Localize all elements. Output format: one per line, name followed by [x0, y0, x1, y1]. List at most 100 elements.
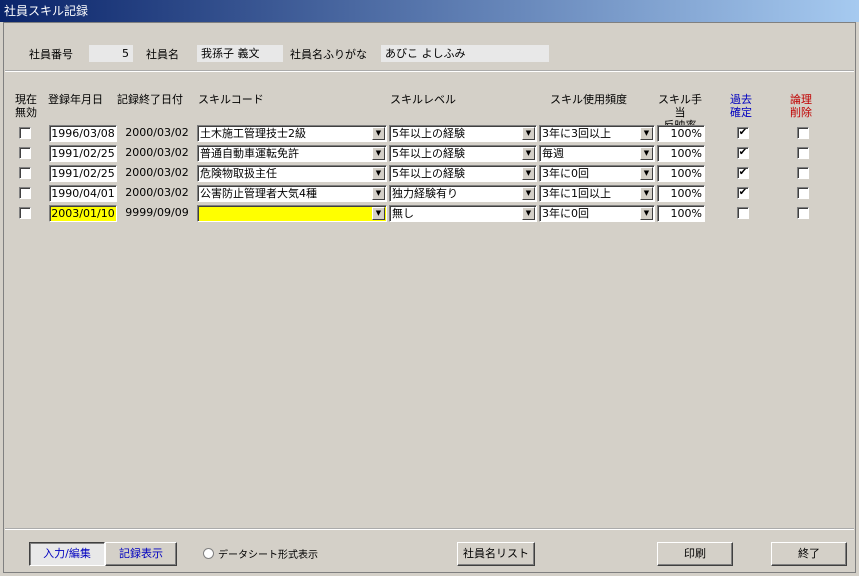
- chevron-down-icon[interactable]: ▼: [640, 147, 653, 160]
- col-logical-line2: 削除: [790, 106, 812, 119]
- chevron-down-icon[interactable]: ▼: [522, 167, 535, 180]
- logical-delete-checkbox[interactable]: [797, 167, 809, 179]
- skill-level-combo[interactable]: 独力経験有り ▼: [389, 185, 537, 202]
- chevron-down-icon[interactable]: ▼: [372, 167, 385, 180]
- logical-delete-checkbox[interactable]: [797, 187, 809, 199]
- invalid-checkbox[interactable]: [19, 187, 31, 199]
- chevron-down-icon[interactable]: ▼: [522, 187, 535, 200]
- end-date-cell: 2000/03/02: [125, 146, 189, 159]
- rate-cell[interactable]: 100%: [657, 125, 705, 142]
- skill-grid: 1996/03/08 2000/03/02 土木施工管理技士2級 ▼ 5年以上の経験 ▼ 3…: [5, 123, 854, 527]
- end-date-cell: 2000/03/02: [125, 186, 189, 199]
- reg-date-cell[interactable]: 1991/02/25: [49, 145, 117, 162]
- past-checkbox[interactable]: ✔: [737, 127, 749, 139]
- edit-tab[interactable]: 入力/編集: [29, 542, 105, 566]
- skill-level-value: 5年以上の経験: [392, 147, 465, 160]
- emp-name-field[interactable]: 我孫子 義文: [197, 45, 283, 62]
- emp-no-label: 社員番号: [29, 48, 73, 61]
- rate-cell[interactable]: 100%: [657, 145, 705, 162]
- col-end-date: 記録終了日付: [117, 93, 183, 106]
- table-row: 1996/03/08 2000/03/02 土木施工管理技士2級 ▼ 5年以上の経験 ▼ 3…: [5, 123, 854, 143]
- col-past-line1: 過去: [730, 93, 752, 106]
- chevron-down-icon[interactable]: ▼: [640, 167, 653, 180]
- chevron-down-icon[interactable]: ▼: [640, 187, 653, 200]
- frequency-combo[interactable]: 3年に3回以上 ▼: [539, 125, 655, 142]
- rate-cell[interactable]: 100%: [657, 185, 705, 202]
- skill-code-value: 公害防止管理者大気4種: [200, 187, 317, 200]
- frequency-combo[interactable]: 3年に0回 ▼: [539, 205, 655, 222]
- invalid-checkbox[interactable]: [19, 167, 31, 179]
- frequency-value: 3年に0回: [542, 167, 589, 180]
- chevron-down-icon[interactable]: ▼: [522, 207, 535, 220]
- datasheet-radio[interactable]: [203, 548, 214, 559]
- skill-code-combo[interactable]: 公害防止管理者大気4種 ▼: [197, 185, 387, 202]
- skill-code-value: 普通自動車運転免許: [200, 147, 299, 160]
- frequency-value: 毎週: [542, 147, 564, 160]
- emp-name-label: 社員名: [146, 48, 179, 61]
- emp-no-field[interactable]: 5: [89, 45, 133, 62]
- footer-bar: 入力/編集 記録表示 データシート形式表示 社員名リスト 印刷 終了: [5, 528, 854, 572]
- frequency-value: 3年に0回: [542, 207, 589, 220]
- skill-level-combo[interactable]: 5年以上の経験 ▼: [389, 165, 537, 182]
- col-allowance-line1: スキル手当: [658, 93, 702, 119]
- chevron-down-icon[interactable]: ▼: [522, 127, 535, 140]
- reg-date-cell[interactable]: 1996/03/08: [49, 125, 117, 142]
- invalid-checkbox[interactable]: [19, 127, 31, 139]
- emp-kana-field[interactable]: あびこ よしふみ: [381, 45, 549, 62]
- emp-kana-label: 社員名ふりがな: [290, 48, 367, 61]
- chevron-down-icon[interactable]: ▼: [640, 127, 653, 140]
- logical-delete-checkbox[interactable]: [797, 207, 809, 219]
- print-button[interactable]: 印刷: [657, 542, 733, 566]
- chevron-down-icon[interactable]: ▼: [372, 147, 385, 160]
- edit-tab-label: 入力/編集: [43, 547, 91, 560]
- skill-level-combo[interactable]: 5年以上の経験 ▼: [389, 125, 537, 142]
- frequency-combo[interactable]: 3年に0回 ▼: [539, 165, 655, 182]
- reg-date-cell[interactable]: 2003/01/10: [49, 205, 117, 222]
- skill-code-value: 危険物取扱主任: [200, 167, 277, 180]
- col-past-line2: 確定: [730, 106, 752, 119]
- col-invalid-line1: 現在: [15, 93, 37, 106]
- past-checkbox[interactable]: ✔: [737, 167, 749, 179]
- skill-level-combo[interactable]: 5年以上の経験 ▼: [389, 145, 537, 162]
- reg-date-cell[interactable]: 1990/04/01: [49, 185, 117, 202]
- frequency-value: 3年に3回以上: [542, 127, 611, 140]
- skill-code-combo[interactable]: 普通自動車運転免許 ▼: [197, 145, 387, 162]
- invalid-checkbox[interactable]: [19, 207, 31, 219]
- col-frequency: スキル使用頻度: [550, 93, 627, 106]
- col-invalid-line2: 無効: [15, 106, 37, 119]
- skill-code-combo[interactable]: 土木施工管理技士2級 ▼: [197, 125, 387, 142]
- chevron-down-icon[interactable]: ▼: [640, 207, 653, 220]
- skill-code-combo[interactable]: 危険物取扱主任 ▼: [197, 165, 387, 182]
- past-checkbox[interactable]: [737, 207, 749, 219]
- table-row: 1991/02/25 2000/03/02 普通自動車運転免許 ▼ 5年以上の経験 ▼ 毎週…: [5, 143, 854, 163]
- logical-delete-checkbox[interactable]: [797, 147, 809, 159]
- skill-level-value: 独力経験有り: [392, 187, 458, 200]
- past-checkbox[interactable]: ✔: [737, 147, 749, 159]
- skill-level-combo[interactable]: 無し ▼: [389, 205, 537, 222]
- past-checkbox[interactable]: ✔: [737, 187, 749, 199]
- frequency-combo[interactable]: 毎週 ▼: [539, 145, 655, 162]
- exit-button[interactable]: 終了: [771, 542, 847, 566]
- col-logical: 論理 削除: [784, 93, 818, 119]
- table-row: 2003/01/10 9999/09/09 ▼ 無し ▼ 3年に0回 ▼ 100%: [5, 203, 854, 223]
- chevron-down-icon[interactable]: ▼: [522, 147, 535, 160]
- skill-code-combo[interactable]: ▼: [197, 205, 387, 222]
- col-reg-date: 登録年月日: [48, 93, 103, 106]
- invalid-checkbox[interactable]: [19, 147, 31, 159]
- col-past: 過去 確定: [724, 93, 758, 119]
- view-tab-label: 記録表示: [119, 547, 163, 560]
- view-tab[interactable]: 記録表示: [105, 542, 177, 566]
- frequency-combo[interactable]: 3年に1回以上 ▼: [539, 185, 655, 202]
- chevron-down-icon[interactable]: ▼: [372, 127, 385, 140]
- col-skill-code: スキルコード: [198, 93, 264, 106]
- chevron-down-icon[interactable]: ▼: [372, 207, 385, 220]
- logical-delete-checkbox[interactable]: [797, 127, 809, 139]
- rate-cell[interactable]: 100%: [657, 205, 705, 222]
- window-title: 社員スキル記録: [0, 0, 859, 22]
- reg-date-cell[interactable]: 1991/02/25: [49, 165, 117, 182]
- rate-cell[interactable]: 100%: [657, 165, 705, 182]
- name-list-button[interactable]: 社員名リスト: [457, 542, 535, 566]
- chevron-down-icon[interactable]: ▼: [372, 187, 385, 200]
- skill-code-value: 土木施工管理技士2級: [200, 127, 306, 140]
- employee-header: 社員番号 5 社員名 我孫子 義文 社員名ふりがな あびこ よしふみ: [5, 24, 854, 72]
